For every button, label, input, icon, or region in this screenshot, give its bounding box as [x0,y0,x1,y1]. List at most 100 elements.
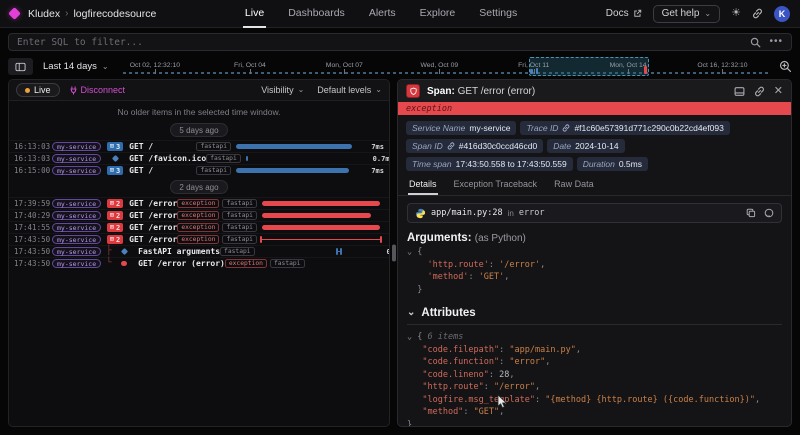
sql-filter-input[interactable] [17,37,750,48]
visibility-dropdown[interactable]: Visibility ⌄ [261,85,304,95]
meta-badge-trace-id: Trace ID#f1c60e57391d771c290c0b22cd4ef09… [520,121,729,135]
tab-details[interactable]: Details [408,176,438,195]
attributes-title-text: Attributes [421,307,475,319]
trace-row[interactable]: 16:13:03my-serviceGET /favicon.icofastap… [9,152,389,164]
plug-icon [69,86,78,95]
breadcrumb-separator-icon: › [65,8,68,19]
code-line: "method": "GET", [407,406,782,419]
breadcrumb-org[interactable]: Kludex [28,8,60,20]
timeline-tick-label: Mon, Oct 14 [610,62,647,69]
timeline-tick-label: Fri, Oct 04 [234,62,266,69]
tab-exception-traceback[interactable]: Exception Traceback [453,176,539,195]
timeline-track[interactable]: Oct 02, 12:32:10Fri, Oct 04Mon, Oct 07We… [123,56,769,77]
row-icon-cell: ⊞3 [106,166,124,176]
panel-divider[interactable] [390,79,397,427]
tab-raw-data[interactable]: Raw Data [553,176,595,195]
trace-row[interactable]: 16:15:00my-service⊞3GET /fastapi7ms [9,164,389,176]
duration-bar [246,156,248,161]
get-help-button[interactable]: Get help ⌄ [653,5,721,23]
span-count-badge: ⊞3 [107,142,123,152]
trace-row[interactable]: 17:40:29my-service⊞2GET /errorexceptionf… [9,209,389,221]
duration-bar-area [262,222,384,234]
row-tags: exceptionfastapi [225,259,305,268]
link-icon[interactable] [447,142,455,150]
close-icon[interactable]: ✕ [774,86,783,97]
trace-row[interactable]: 17:43:50my-service└GET /error (error)exc… [9,257,389,269]
group-divider: 5 days ago [9,123,389,137]
trace-row[interactable]: 16:13:03my-service⊞3GET /fastapi7ms [9,140,389,152]
meta-label: Service Name [412,123,465,133]
timeline-tick-label: Mon, Oct 07 [326,62,363,69]
source-file: app/main.py:28 [431,208,503,218]
nav-tab-alerts[interactable]: Alerts [367,0,398,28]
duration-cap [380,236,382,243]
copy-link-icon[interactable] [754,86,765,97]
timeline-tick-mark [722,69,723,74]
source-function: error [519,208,545,218]
copy-icon[interactable] [746,208,756,218]
zoom-in-icon[interactable] [779,60,792,73]
sidebar-toggle-icon[interactable] [8,58,33,75]
nav-tab-explore[interactable]: Explore [418,0,458,28]
row-icon-cell: ⊞3 [106,142,124,152]
user-avatar[interactable]: K [774,6,790,22]
panel-resize-handle[interactable] [392,245,396,262]
span-count-badge: ⊞2 [107,235,123,245]
trace-row[interactable]: 17:43:50my-service├FastAPI argumentsfast… [9,245,389,257]
time-range-dropdown[interactable]: Last 14 days ⌄ [43,61,109,72]
logfire-logo-icon [8,7,21,20]
row-duration: 0.7ms [368,155,390,163]
arguments-code-block: ⌄ { 'http.route': '/error', 'method': 'G… [407,246,782,296]
span-count: 3 [116,143,120,151]
span-count-badge: ⊞2 [107,223,123,233]
docs-link[interactable]: Docs [606,8,642,19]
live-label: Live [34,85,51,95]
row-tags: fastapi [206,154,241,163]
timeline-activity-marker [536,68,539,74]
panel-layout-icon[interactable] [734,86,745,97]
duration-bar [262,213,371,218]
expand-icon: ⊞ [110,236,114,243]
meta-badge-duration: Duration0.5ms [577,157,648,171]
nav-tab-settings[interactable]: Settings [477,0,519,28]
timeline-tick-mark [250,69,251,74]
group-time-pill: 2 days ago [170,180,227,194]
trace-row[interactable]: 17:39:59my-service⊞2GET /errorexceptionf… [9,197,389,209]
chevron-down-icon: ⌄ [298,86,305,94]
code-line: ⌄ { 6 items [407,331,782,344]
span-detail-header: Span: GET /error (error) ✕ [398,80,791,102]
span-name: FastAPI arguments [138,247,220,256]
levels-label: Default levels [317,85,371,95]
live-toggle[interactable]: Live [16,83,60,97]
nav-tab-dashboards[interactable]: Dashboards [286,0,347,28]
expand-icon: ⊞ [110,143,114,150]
docs-label: Docs [606,8,629,19]
disconnect-button[interactable]: Disconnect [69,85,126,95]
diamond-icon [112,155,119,162]
time-range-label: Last 14 days [43,61,97,72]
meta-value: 2024-10-14 [575,141,618,151]
meta-label: Span ID [412,141,443,151]
disconnect-label: Disconnect [81,85,126,95]
tree-connector-icon: └ [106,259,115,268]
nav-tab-live[interactable]: Live [243,0,266,28]
row-tags: exceptionfastapi [177,223,257,232]
duration-bar-area [236,141,358,153]
trace-row[interactable]: 17:43:50my-service⊞2GET /errorexceptionf… [9,233,389,245]
levels-dropdown[interactable]: Default levels ⌄ [317,85,382,95]
expand-icon: ⊞ [110,212,114,219]
github-icon[interactable] [764,208,774,218]
tag-exception: exception [177,235,219,244]
span-count: 2 [116,224,120,232]
more-options-icon[interactable]: ••• [769,40,783,44]
duration-bar-area [236,165,358,177]
theme-toggle-icon[interactable]: ☀ [731,8,741,19]
breadcrumb-project[interactable]: logfirecodesource [73,8,156,20]
attributes-header[interactable]: ⌄ Attributes [407,307,782,319]
live-panel-header: Live Disconnect Visibility ⌄ Default lev… [9,80,389,101]
share-link-icon[interactable] [752,8,763,19]
link-icon[interactable] [562,124,570,132]
trace-row[interactable]: 17:41:55my-service⊞2GET /errorexceptionf… [9,221,389,233]
search-icon[interactable] [750,37,761,48]
timeline-tick-mark [155,69,156,74]
